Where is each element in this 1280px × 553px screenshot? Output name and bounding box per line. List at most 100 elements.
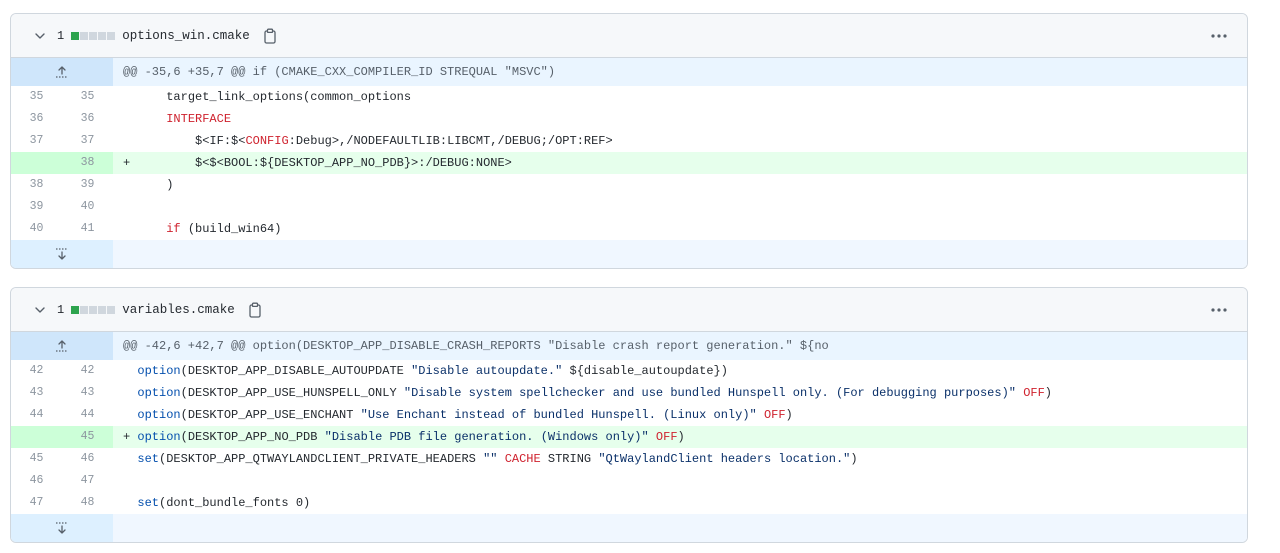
expand-up-icon[interactable] — [11, 332, 113, 360]
new-line-number[interactable]: 35 — [62, 86, 113, 108]
diffstat-neutral-block — [80, 305, 89, 314]
old-line-number[interactable]: 36 — [11, 108, 62, 130]
code-token: (dont_bundle_fonts 0) — [159, 496, 311, 510]
old-line-number[interactable] — [11, 426, 62, 448]
keyword-token: INTERFACE — [166, 112, 232, 126]
change-count: 1 — [57, 302, 65, 317]
old-line-number[interactable]: 35 — [11, 86, 62, 108]
new-line-number[interactable]: 42 — [62, 360, 113, 382]
function-token: option — [137, 386, 181, 400]
old-line-number[interactable]: 45 — [11, 448, 62, 470]
code-line — [113, 196, 1247, 218]
new-line-number[interactable]: 43 — [62, 382, 113, 404]
expand-footer-spacer — [113, 514, 1247, 542]
new-line-number[interactable]: 40 — [62, 196, 113, 218]
diff-sign — [123, 386, 130, 400]
diffstat-neutral-block — [107, 31, 116, 40]
code-token: $<IF:$< — [137, 134, 246, 148]
new-line-number[interactable]: 37 — [62, 130, 113, 152]
expand-up-icon[interactable] — [11, 58, 113, 86]
chevron-down-icon[interactable] — [33, 29, 47, 43]
code-token: $<$<BOOL:${DESKTOP_APP_NO_PDB}>:/DEBUG:N… — [137, 156, 512, 170]
context-line: 39 40 — [11, 196, 1247, 218]
chevron-down-icon[interactable] — [33, 303, 47, 317]
string-token: "Disable system spellchecker and use bun… — [403, 386, 1016, 400]
new-line-number[interactable]: 47 — [62, 470, 113, 492]
function-token: option — [137, 364, 181, 378]
code-line: option(DESKTOP_APP_USE_HUNSPELL_ONLY "Di… — [113, 382, 1247, 404]
code-line: $<IF:$<CONFIG:Debug>,/NODEFAULTLIB:LIBCM… — [113, 130, 1247, 152]
clipboard-icon[interactable] — [247, 302, 263, 318]
code-line: + $<$<BOOL:${DESKTOP_APP_NO_PDB}>:/DEBUG… — [113, 152, 1247, 174]
function-token: option — [137, 408, 181, 422]
expand-footer-row — [11, 514, 1247, 542]
file-name[interactable]: options_win.cmake — [122, 29, 250, 43]
function-token: option — [137, 430, 181, 444]
new-line-number[interactable]: 44 — [62, 404, 113, 426]
diff-sign — [123, 112, 130, 126]
context-line: 46 47 — [11, 470, 1247, 492]
clipboard-icon[interactable] — [262, 28, 278, 44]
old-line-number[interactable]: 44 — [11, 404, 62, 426]
added-line: 38 + $<$<BOOL:${DESKTOP_APP_NO_PDB}>:/DEB… — [11, 152, 1247, 174]
new-line-number[interactable]: 41 — [62, 218, 113, 240]
new-line-number[interactable]: 46 — [62, 448, 113, 470]
diff-sign — [123, 496, 130, 510]
diff-sign — [123, 408, 130, 422]
diff-file-options-win: 1 options_win.cmake @@ -35,6 +35,7 @@ if (… — [10, 13, 1248, 269]
context-line: 42 42 option(DESKTOP_APP_DISABLE_AUTOUPDA… — [11, 360, 1247, 382]
diff-sign — [123, 178, 130, 192]
context-line: 40 41 if (build_win64) — [11, 218, 1247, 240]
file-name[interactable]: variables.cmake — [122, 303, 235, 317]
context-line: 37 37 $<IF:$<CONFIG:Debug>,/NODEFAULTLIB:… — [11, 130, 1247, 152]
diff-file-variables: 1 variables.cmake @@ -42,6 +42,7 @@ option… — [10, 287, 1248, 543]
old-line-number[interactable]: 39 — [11, 196, 62, 218]
code-token: target_link_options(common_options — [137, 90, 412, 104]
function-token: set — [137, 496, 160, 510]
code-line: if (build_win64) — [113, 218, 1247, 240]
diff-sign — [123, 474, 130, 488]
old-line-number[interactable] — [11, 152, 62, 174]
code-line — [113, 470, 1247, 492]
expand-down-icon[interactable] — [11, 240, 113, 268]
old-line-number[interactable]: 47 — [11, 492, 62, 514]
new-line-number[interactable]: 45 — [62, 426, 113, 448]
kebab-horizontal-icon[interactable] — [1209, 28, 1229, 44]
diffstat-neutral-block — [98, 305, 107, 314]
old-line-number[interactable]: 46 — [11, 470, 62, 492]
code-line: target_link_options(common_options — [113, 86, 1247, 108]
diffstat-neutral-block — [89, 305, 98, 314]
string-token: "Use Enchant instead of bundled Hunspell… — [360, 408, 757, 422]
old-line-number[interactable]: 38 — [11, 174, 62, 196]
diff-sign — [123, 134, 130, 148]
new-line-number[interactable]: 48 — [62, 492, 113, 514]
old-line-number[interactable]: 37 — [11, 130, 62, 152]
code-token: ) — [850, 452, 858, 466]
old-line-number[interactable]: 42 — [11, 360, 62, 382]
file-header: 1 options_win.cmake — [11, 14, 1247, 58]
diffstat-neutral-block — [89, 31, 98, 40]
code-line: INTERFACE — [113, 108, 1247, 130]
expand-footer-spacer — [113, 240, 1247, 268]
kebab-horizontal-icon[interactable] — [1209, 302, 1229, 318]
new-line-number[interactable]: 39 — [62, 174, 113, 196]
context-line: 47 48 set(dont_bundle_fonts 0) — [11, 492, 1247, 514]
diff-sign — [123, 200, 130, 214]
new-line-number[interactable]: 36 — [62, 108, 113, 130]
diffstat-neutral-block — [107, 305, 116, 314]
code-line: ) — [113, 174, 1247, 196]
old-line-number[interactable]: 40 — [11, 218, 62, 240]
old-line-number[interactable]: 43 — [11, 382, 62, 404]
code-token: (DESKTOP_APP_QTWAYLANDCLIENT_PRIVATE_HEA… — [159, 452, 484, 466]
diff-sign — [123, 452, 130, 466]
keyword-token: OFF — [763, 408, 786, 422]
expand-down-icon[interactable] — [11, 514, 113, 542]
new-line-number[interactable]: 38 — [62, 152, 113, 174]
diffstat-added-block — [71, 31, 80, 40]
code-token: STRING — [540, 452, 599, 466]
context-line: 38 39 ) — [11, 174, 1247, 196]
